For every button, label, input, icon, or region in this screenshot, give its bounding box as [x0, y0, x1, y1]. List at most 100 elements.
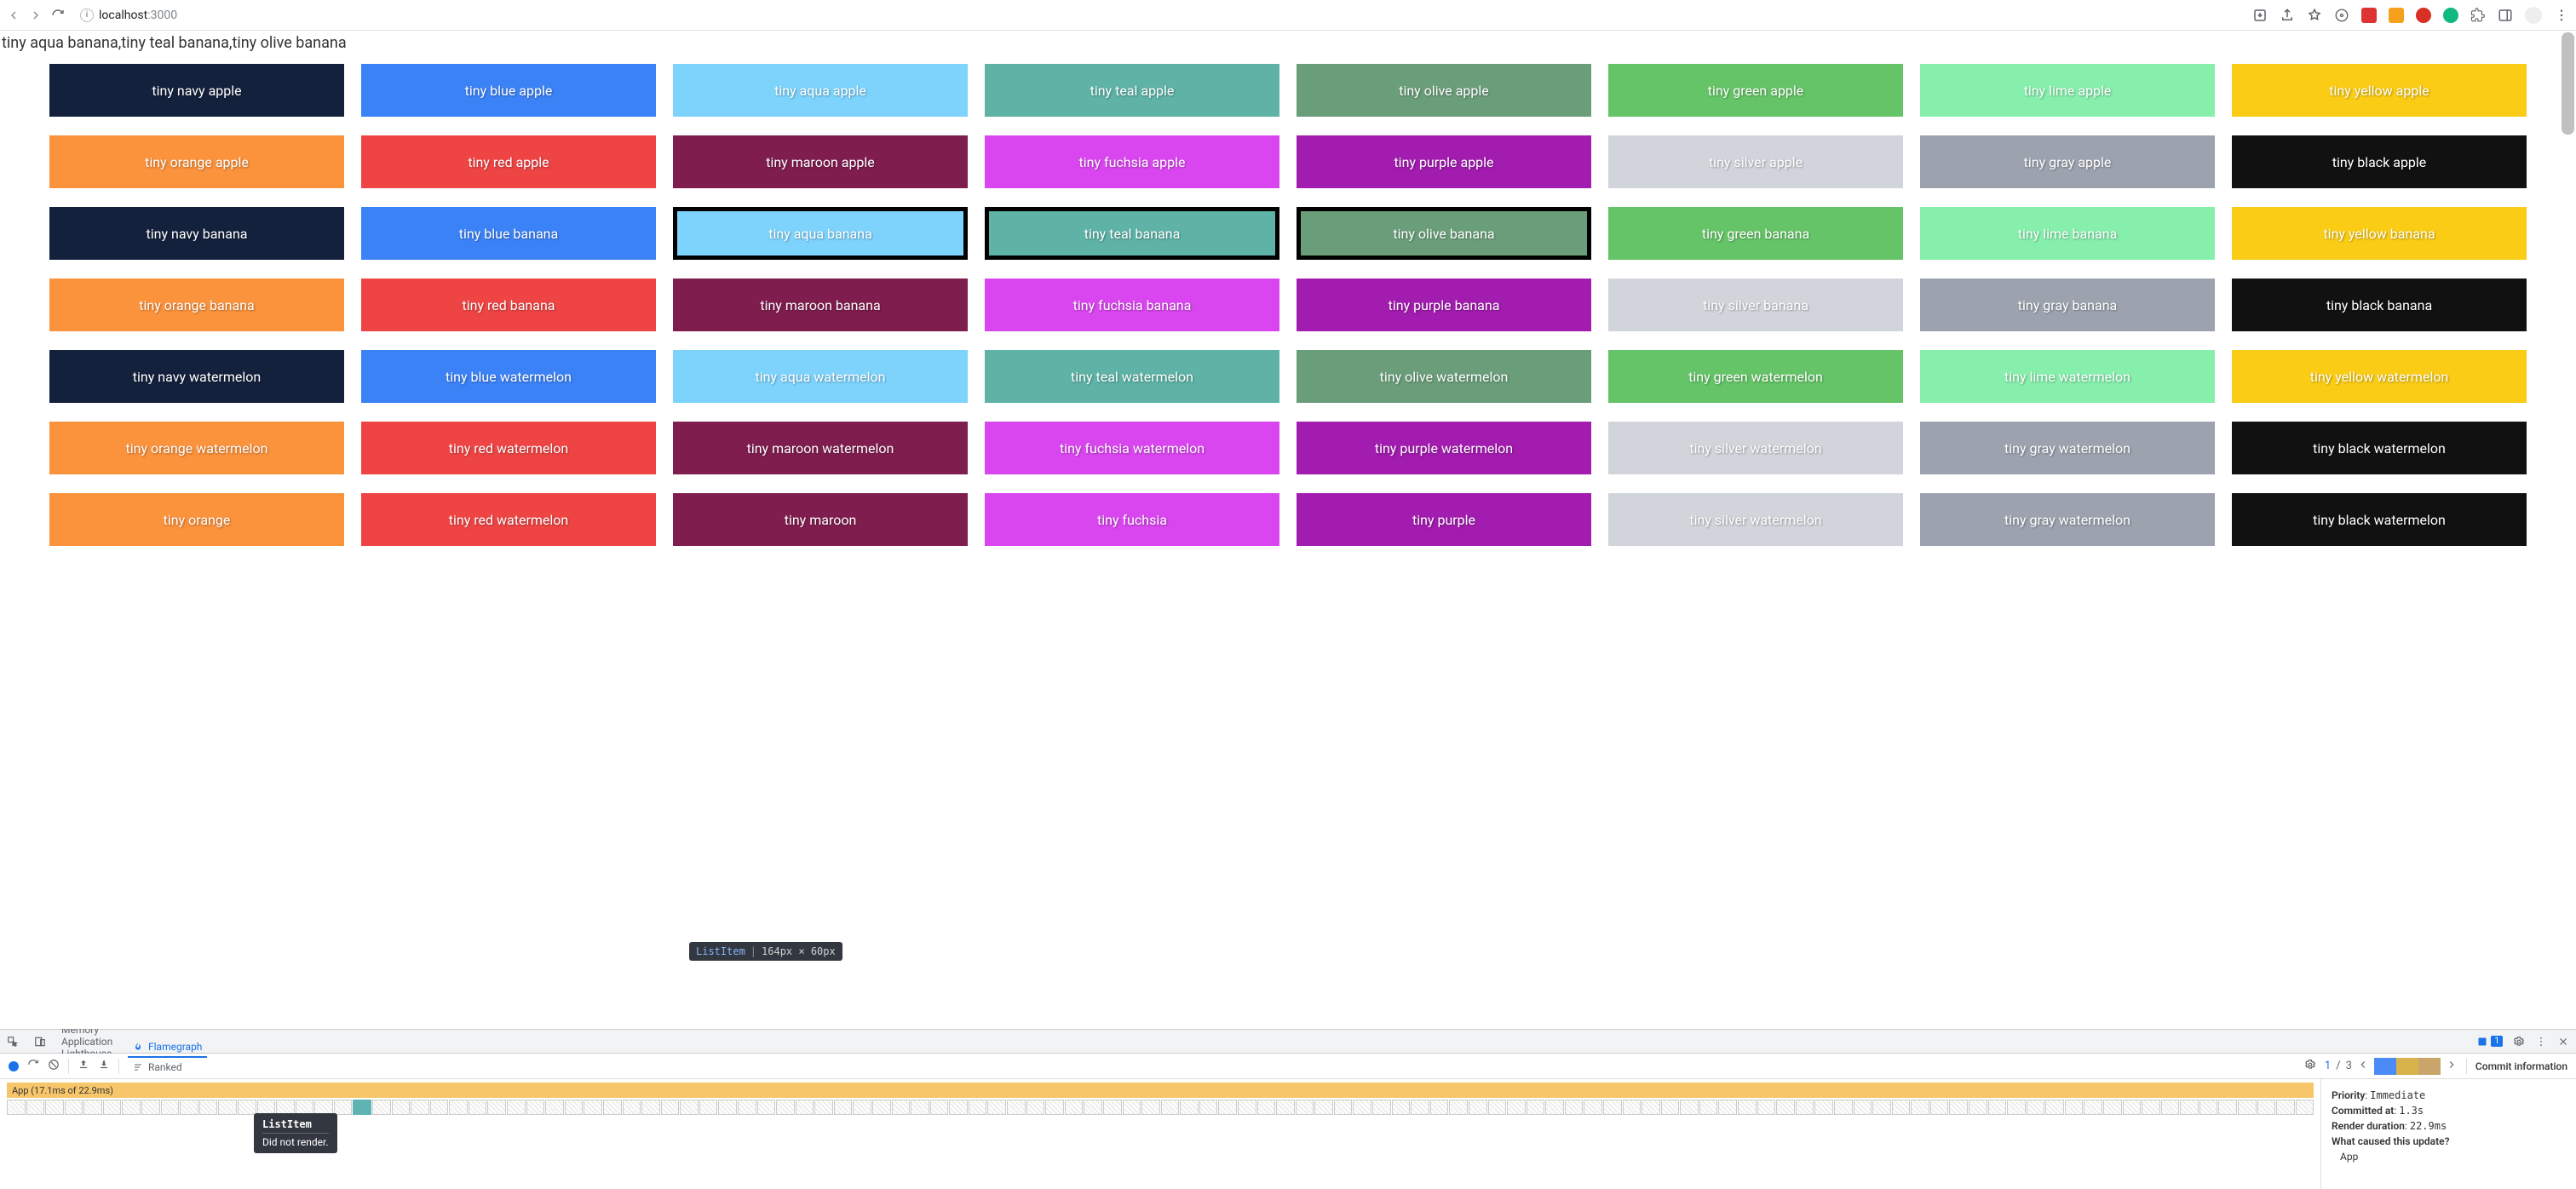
flame-slice[interactable] — [1314, 1100, 1333, 1115]
flame-slice[interactable] — [1603, 1100, 1622, 1115]
flame-slice[interactable] — [680, 1100, 699, 1115]
cause-value[interactable]: App — [2332, 1151, 2566, 1163]
flame-slice[interactable] — [2027, 1100, 2045, 1115]
commit-next-icon[interactable] — [2446, 1059, 2458, 1074]
upload-profile-icon[interactable] — [78, 1059, 89, 1074]
flame-slice[interactable] — [1372, 1100, 1391, 1115]
tile[interactable]: tiny silver apple — [1608, 135, 1903, 188]
flame-slice[interactable] — [565, 1100, 584, 1115]
flame-slice[interactable] — [2257, 1100, 2276, 1115]
address-bar[interactable]: i localhost:3000 — [80, 9, 2245, 22]
extensions-puzzle-icon[interactable] — [2470, 8, 2486, 23]
tile[interactable]: tiny black banana — [2232, 279, 2527, 331]
flame-slice[interactable] — [623, 1100, 641, 1115]
tile[interactable]: tiny black apple — [2232, 135, 2527, 188]
flame-slice[interactable] — [1757, 1100, 1776, 1115]
ext-adblock-icon[interactable] — [2416, 8, 2431, 23]
flame-slice[interactable] — [526, 1100, 545, 1115]
flame-slice[interactable] — [1623, 1100, 1642, 1115]
flame-slice[interactable] — [2161, 1100, 2180, 1115]
flame-slice[interactable] — [1449, 1100, 1468, 1115]
chrome-menu-icon[interactable] — [2554, 8, 2569, 23]
flame-slice[interactable] — [392, 1100, 411, 1115]
tile[interactable]: tiny purple — [1297, 493, 1591, 546]
flame-slice[interactable] — [1949, 1100, 1968, 1115]
tile[interactable]: tiny yellow watermelon — [2232, 350, 2527, 403]
flame-slice[interactable] — [1238, 1100, 1256, 1115]
flame-slice[interactable] — [1699, 1100, 1718, 1115]
tile[interactable]: tiny gray apple — [1920, 135, 2215, 188]
back-button[interactable] — [7, 9, 20, 22]
flame-slice[interactable] — [1488, 1100, 1507, 1115]
flame-slice[interactable] — [1507, 1100, 1526, 1115]
tile[interactable]: tiny maroon — [673, 493, 968, 546]
flame-slice[interactable] — [469, 1100, 487, 1115]
flame-slice[interactable] — [872, 1100, 891, 1115]
flame-slice[interactable] — [2142, 1100, 2160, 1115]
tile[interactable]: tiny orange watermelon — [49, 422, 344, 474]
flame-slice[interactable] — [911, 1100, 929, 1115]
flame-slice[interactable] — [507, 1100, 526, 1115]
flame-slice[interactable] — [1988, 1100, 2007, 1115]
flame-slice[interactable] — [2218, 1100, 2237, 1115]
flame-slice[interactable] — [1872, 1100, 1891, 1115]
flame-slice[interactable] — [180, 1100, 198, 1115]
flame-slice[interactable] — [1007, 1100, 1026, 1115]
flame-slice[interactable] — [718, 1100, 737, 1115]
flame-slice[interactable] — [1411, 1100, 1429, 1115]
tile[interactable]: tiny lime apple — [1920, 64, 2215, 117]
flame-slice[interactable] — [1738, 1100, 1757, 1115]
tile[interactable]: tiny maroon apple — [673, 135, 968, 188]
flame-slice[interactable] — [661, 1100, 680, 1115]
devtools-issues[interactable]: 1 — [2477, 1036, 2503, 1047]
flame-slice[interactable] — [430, 1100, 449, 1115]
sidepanel-icon[interactable] — [2498, 8, 2513, 23]
ext-orange-icon[interactable] — [2389, 8, 2404, 23]
tile[interactable]: tiny black watermelon — [2232, 422, 2527, 474]
flame-slice[interactable] — [776, 1100, 795, 1115]
profiler-mode-ranked[interactable]: Ranked — [128, 1058, 207, 1077]
flame-slice[interactable] — [2238, 1100, 2257, 1115]
flame-slice[interactable] — [814, 1100, 833, 1115]
tile[interactable]: tiny orange apple — [49, 135, 344, 188]
tile[interactable]: tiny silver banana — [1608, 279, 1903, 331]
tile[interactable]: tiny navy watermelon — [49, 350, 344, 403]
flame-slice[interactable] — [2123, 1100, 2142, 1115]
flame-slice[interactable] — [218, 1100, 237, 1115]
flame-slice[interactable] — [930, 1100, 949, 1115]
flame-slice[interactable] — [1661, 1100, 1680, 1115]
vertical-scrollbar[interactable] — [2562, 32, 2574, 135]
tile[interactable]: tiny yellow apple — [2232, 64, 2527, 117]
tile[interactable]: tiny maroon watermelon — [673, 422, 968, 474]
tile[interactable]: tiny gray banana — [1920, 279, 2215, 331]
tile[interactable]: tiny orange — [49, 493, 344, 546]
flame-slice[interactable] — [1892, 1100, 1911, 1115]
flame-slice[interactable] — [757, 1100, 776, 1115]
ext-grammarly-icon[interactable] — [2443, 8, 2458, 23]
flame-slice[interactable] — [334, 1100, 353, 1115]
commit-bar[interactable] — [2396, 1058, 2418, 1075]
tile[interactable]: tiny olive banana — [1297, 207, 1591, 260]
commit-prev-icon[interactable] — [2357, 1059, 2369, 1074]
devtools-more-icon[interactable] — [2535, 1036, 2547, 1048]
bookmark-star-icon[interactable] — [2307, 8, 2322, 23]
reload-profile-icon[interactable] — [27, 1059, 39, 1074]
devtools-close-icon[interactable] — [2557, 1036, 2569, 1048]
tile[interactable]: tiny aqua watermelon — [673, 350, 968, 403]
flame-slice[interactable] — [449, 1100, 468, 1115]
flame-slice[interactable] — [949, 1100, 968, 1115]
flame-slice[interactable] — [103, 1100, 122, 1115]
flame-slice[interactable] — [1969, 1100, 1987, 1115]
flame-slice[interactable] — [1430, 1100, 1449, 1115]
tile[interactable]: tiny teal watermelon — [985, 350, 1279, 403]
tile[interactable]: tiny lime watermelon — [1920, 350, 2215, 403]
flame-slice[interactable] — [2084, 1100, 2102, 1115]
flame-slice[interactable] — [1545, 1100, 1564, 1115]
commit-bar[interactable] — [2418, 1058, 2441, 1075]
flame-slice[interactable] — [2296, 1100, 2314, 1115]
tile[interactable]: tiny red watermelon — [361, 422, 656, 474]
flame-slice[interactable] — [1199, 1100, 1218, 1115]
flame-slice[interactable] — [1218, 1100, 1237, 1115]
flame-slice[interactable] — [83, 1100, 102, 1115]
tile[interactable]: tiny green apple — [1608, 64, 1903, 117]
